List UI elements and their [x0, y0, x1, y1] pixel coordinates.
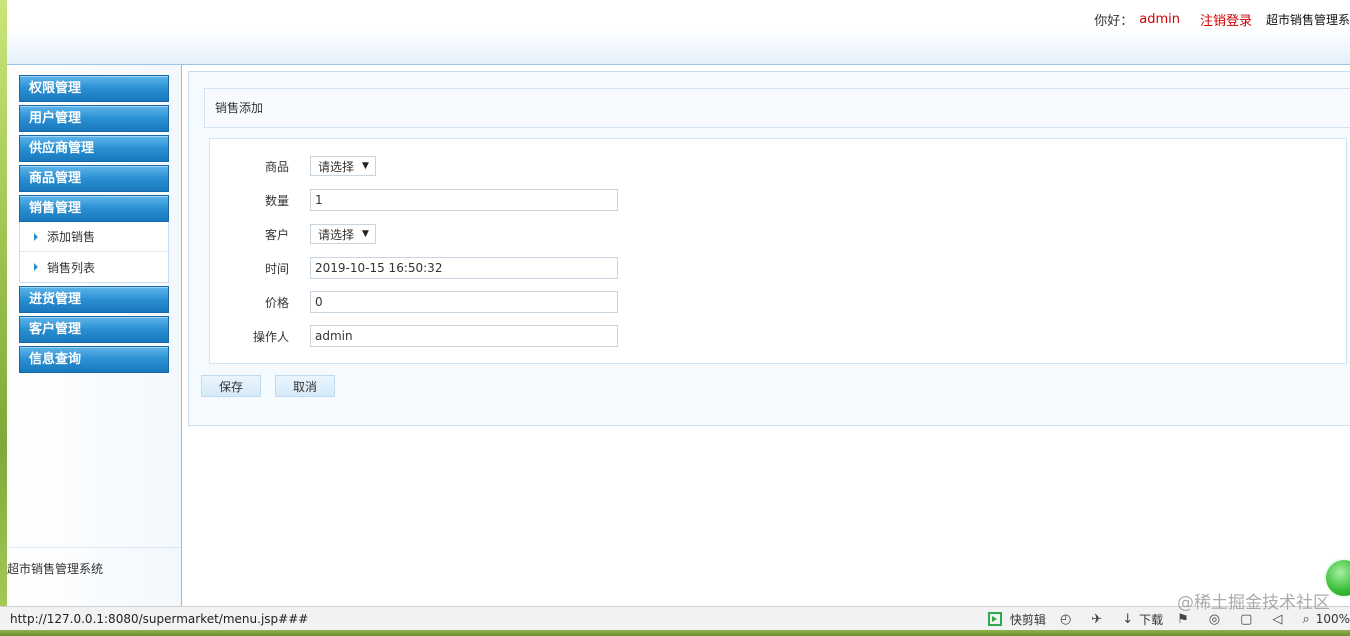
watermark: @稀土掘金技术社区	[1177, 593, 1330, 613]
download-label: 下载	[1139, 612, 1164, 627]
magnifier-icon: ⌕	[1302, 611, 1310, 627]
form-row-quantity: 数量	[210, 189, 618, 211]
window-icon: ▢	[1240, 611, 1253, 627]
form-row-price: 价格	[210, 291, 618, 313]
time-input[interactable]	[310, 257, 618, 279]
sidebar-menu: 权限管理 用户管理 供应商管理 商品管理 销售管理 添加销售 销售列表 进货管理…	[19, 75, 169, 376]
logout-link[interactable]: 注销登录	[1200, 10, 1252, 29]
sidebar-footer: 超市销售管理系统	[7, 547, 181, 577]
dropdown-arrow-icon: ▼	[362, 229, 369, 239]
clock-icon: ◴	[1059, 611, 1072, 627]
zoom-level: 100%	[1315, 612, 1350, 626]
operator-label: 操作人	[252, 329, 289, 344]
browser-button[interactable]: ◎	[1209, 612, 1226, 627]
menu-suppliers[interactable]: 供应商管理	[19, 135, 169, 162]
form-row-product: 商品 请选择 ▼	[210, 155, 376, 177]
desktop-edge	[0, 0, 7, 636]
pin-icon: ✈	[1091, 611, 1103, 627]
menu-permission[interactable]: 权限管理	[19, 75, 169, 102]
price-input[interactable]	[310, 291, 618, 313]
sale-add-panel: 销售添加 商品 请选择 ▼ 数量 客户 请选择 ▼ 时间	[188, 71, 1350, 426]
submenu-sale-list-label: 销售列表	[47, 260, 96, 275]
main-content: 销售添加 商品 请选择 ▼ 数量 客户 请选择 ▼ 时间	[183, 65, 1350, 606]
sales-submenu: 添加销售 销售列表	[19, 222, 169, 283]
form-row-operator: 操作人	[210, 325, 618, 347]
menu-sales[interactable]: 销售管理	[19, 195, 169, 222]
form-row-time: 时间	[210, 257, 618, 279]
browser-status-bar: http://127.0.0.1:8080/supermarket/menu.j…	[0, 606, 1350, 630]
download-icon: ↓	[1122, 611, 1134, 627]
price-label: 价格	[264, 295, 289, 310]
pin-button[interactable]: ✈	[1091, 612, 1108, 627]
quantity-label: 数量	[264, 193, 289, 208]
submenu-add-sale-label: 添加销售	[47, 230, 96, 244]
save-button[interactable]: 保存	[201, 375, 261, 397]
dropdown-arrow-icon: ▼	[362, 161, 369, 171]
volume-button[interactable]: ◁	[1272, 612, 1288, 627]
play-icon	[987, 612, 1002, 626]
menu-customers[interactable]: 客户管理	[19, 316, 169, 343]
form-row-customer: 客户 请选择 ▼	[210, 223, 376, 245]
menu-info-query[interactable]: 信息查询	[19, 346, 169, 373]
sale-form: 商品 请选择 ▼ 数量 客户 请选择 ▼ 时间	[209, 138, 1347, 364]
download-button[interactable]: ↓ 下载	[1122, 611, 1163, 628]
cancel-button[interactable]: 取消	[275, 375, 335, 397]
submenu-add-sale[interactable]: 添加销售	[20, 222, 168, 252]
flag-button[interactable]: ⚑	[1177, 612, 1195, 627]
username-text: admin	[1139, 11, 1180, 27]
menu-users[interactable]: 用户管理	[19, 105, 169, 132]
os-taskbar	[0, 630, 1350, 636]
menu-purchases[interactable]: 进货管理	[19, 286, 169, 313]
operator-input[interactable]	[310, 325, 618, 347]
header-user-info: 你好： admin 注销登录 超市销售管理系	[1094, 10, 1350, 29]
quick-clip-button[interactable]: 快剪辑	[987, 611, 1046, 628]
customer-label: 客户	[264, 227, 289, 242]
greeting-text: 你好：	[1094, 13, 1134, 29]
history-button[interactable]: ◴	[1060, 612, 1077, 627]
quantity-input[interactable]	[310, 189, 618, 211]
zoom-control[interactable]: ⌕ 100%	[1302, 612, 1350, 627]
speaker-icon: ◁	[1272, 611, 1283, 627]
system-name: 超市销售管理系	[1265, 12, 1350, 27]
triangle-right-icon	[34, 263, 38, 271]
product-select-value: 请选择	[318, 159, 355, 174]
product-label: 商品	[264, 159, 289, 174]
sidebar: 权限管理 用户管理 供应商管理 商品管理 销售管理 添加销售 销售列表 进货管理…	[7, 65, 182, 606]
flag-icon: ⚑	[1177, 611, 1189, 627]
customer-select[interactable]: 请选择 ▼	[310, 224, 376, 244]
globe-icon: ◎	[1208, 611, 1221, 627]
time-label: 时间	[264, 261, 289, 276]
product-select[interactable]: 请选择 ▼	[310, 156, 376, 176]
submenu-sale-list[interactable]: 销售列表	[20, 252, 168, 282]
panel-title: 销售添加	[204, 88, 1350, 128]
quick-clip-label: 快剪辑	[1009, 612, 1046, 627]
window-button[interactable]: ▢	[1240, 612, 1258, 627]
customer-select-value: 请选择	[318, 227, 355, 242]
app-header: 你好： admin 注销登录 超市销售管理系	[7, 0, 1350, 65]
triangle-right-icon	[34, 232, 38, 241]
menu-products[interactable]: 商品管理	[19, 165, 169, 192]
status-url: http://127.0.0.1:8080/supermarket/menu.j…	[10, 611, 309, 626]
